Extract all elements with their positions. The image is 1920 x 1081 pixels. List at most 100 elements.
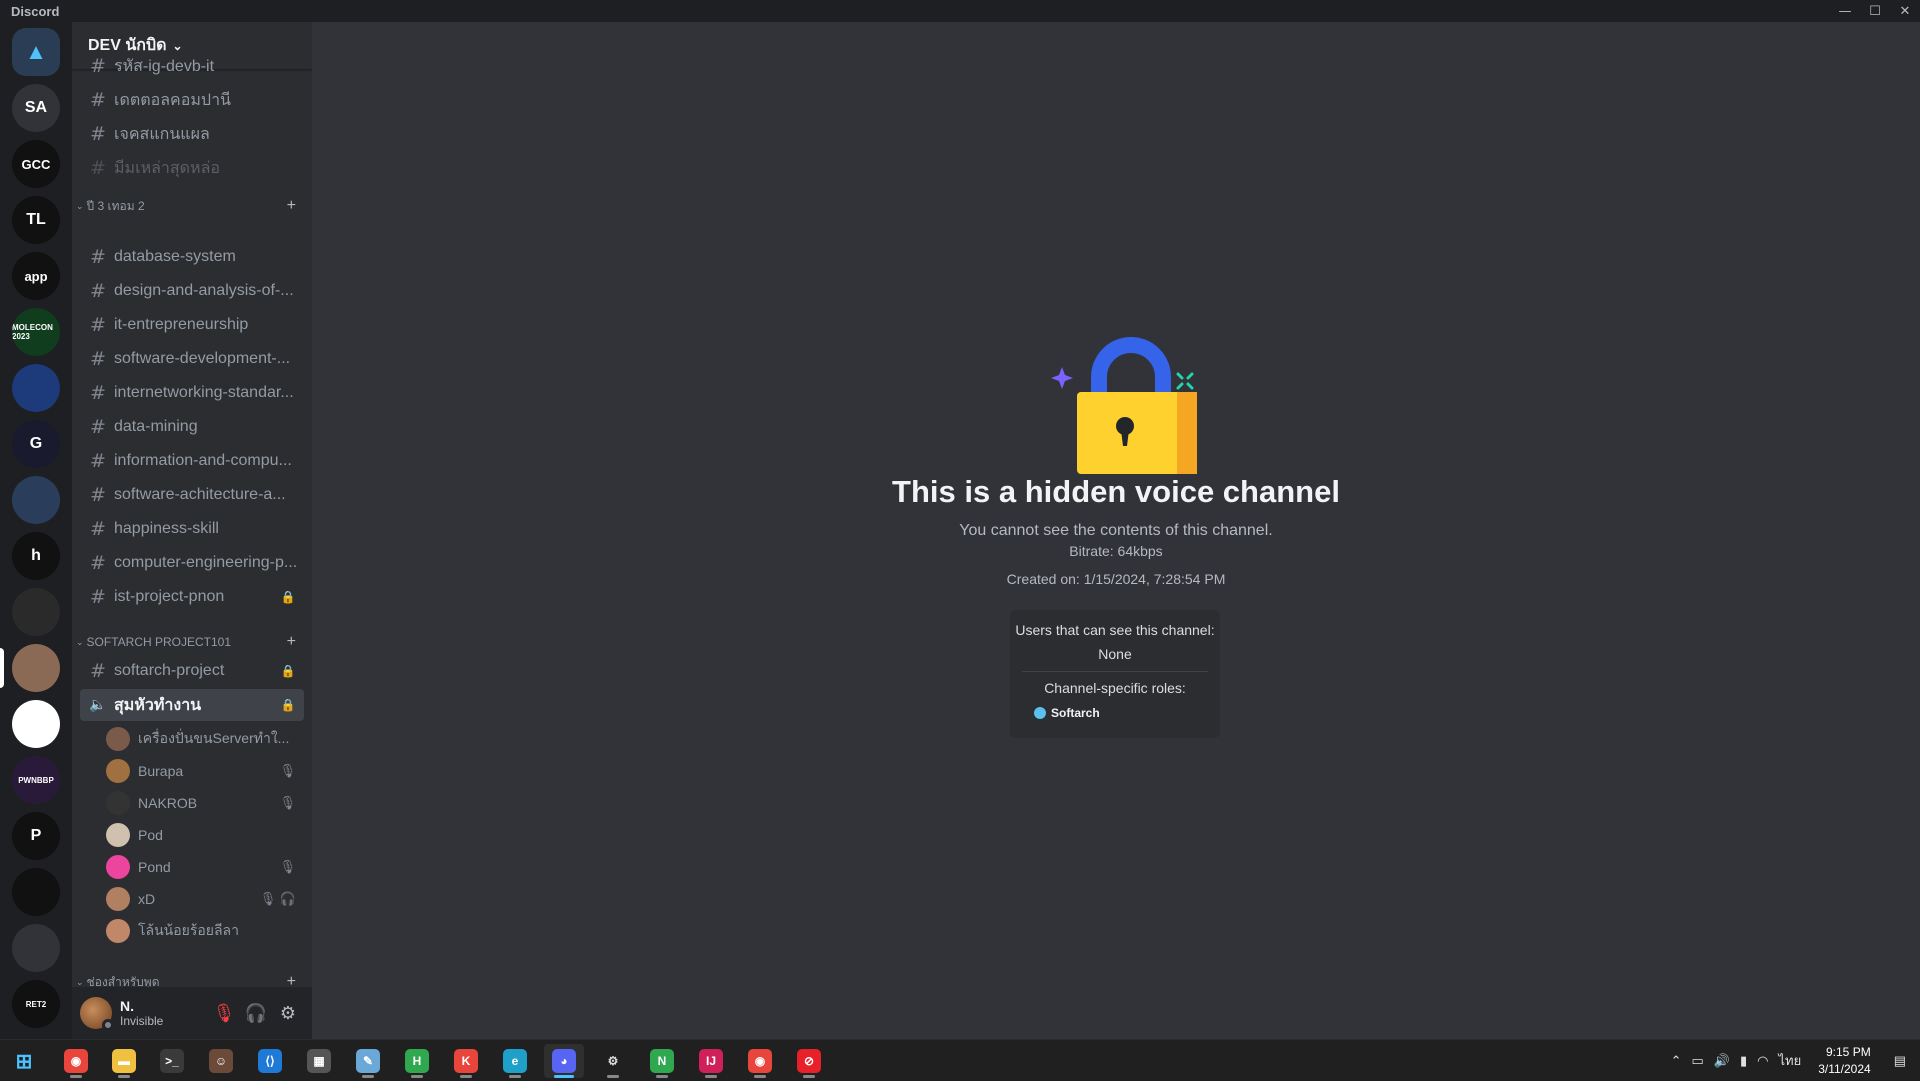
discord[interactable]: ◕	[544, 1044, 584, 1078]
hash-icon: #	[90, 552, 106, 574]
red-app-icon: ⊘	[797, 1049, 821, 1073]
voice-user[interactable]: เครื่องปั่นขนServerทำใ...	[106, 725, 304, 753]
server-app[interactable]: app	[12, 252, 60, 300]
channel-item[interactable]: # database-system	[80, 241, 304, 273]
server-penguin[interactable]	[12, 868, 60, 916]
wifi-icon[interactable]: ◠	[1757, 1053, 1768, 1069]
language-indicator[interactable]: ไทย	[1778, 1050, 1801, 1071]
channel-item[interactable]: # เจคสแกนแผล	[80, 118, 304, 150]
server-thailand[interactable]	[12, 700, 60, 748]
channel-name: software-development-...	[114, 350, 291, 367]
avatar	[106, 727, 130, 751]
channel-item[interactable]: # มีมเหล่าสุดหล่อ	[80, 152, 304, 184]
server-label: h	[31, 547, 41, 564]
add-channel-icon[interactable]: +	[287, 197, 296, 215]
clock[interactable]: 9:15 PM 3/11/2024	[1818, 1044, 1871, 1078]
server-pwnbbp[interactable]: PWNBBP	[12, 756, 60, 804]
voice-user[interactable]: NAKROB 🎙	[106, 789, 304, 817]
server-gcc[interactable]: GCC	[12, 140, 60, 188]
chrome-2[interactable]: H	[397, 1044, 437, 1078]
channel-name: computer-engineering-p...	[114, 554, 298, 571]
server-h[interactable]: h	[12, 532, 60, 580]
battery-icon[interactable]: ▮	[1740, 1053, 1747, 1069]
server-sa[interactable]: SA	[12, 84, 60, 132]
mic-muted-icon[interactable]: 🎙	[208, 997, 240, 1029]
channel-item[interactable]: # happiness-skill	[80, 513, 304, 545]
category-year3-term2[interactable]: ⌄ ปี 3 เทอม 2 +	[72, 197, 312, 215]
photo-app[interactable]: ☺	[201, 1044, 241, 1078]
start-button-icon: ⊞	[15, 1050, 33, 1073]
jetbrains[interactable]: IJ	[691, 1044, 731, 1078]
server-x[interactable]	[12, 924, 60, 972]
start-button[interactable]: ⊞	[4, 1044, 44, 1078]
user-avatar[interactable]	[80, 997, 114, 1031]
server-label: P	[30, 827, 42, 844]
vscode[interactable]: ⟨⟩	[250, 1044, 290, 1078]
channel-permissions-box: Users that can see this channel: None Ch…	[1010, 610, 1220, 738]
ssh-client-icon: ▦	[307, 1049, 331, 1073]
channel-item[interactable]: # data-mining	[80, 411, 304, 443]
notification-icon[interactable]: ▤	[1894, 1053, 1906, 1069]
notes-app[interactable]: ✎	[348, 1044, 388, 1078]
voice-user[interactable]: โล้นน้อยร้อยลีลา	[106, 917, 304, 945]
category-voice[interactable]: ⌄ ช่องสำหรับพูด +	[72, 973, 312, 987]
channel-item[interactable]: # internetworking-standar...	[80, 377, 304, 409]
channel-item[interactable]: # เดตตอลคอมปานี	[80, 84, 304, 116]
channel-item[interactable]: # software-development-...	[80, 343, 304, 375]
server-blue-g[interactable]: G	[12, 420, 60, 468]
server-tl[interactable]: TL	[12, 196, 60, 244]
add-channel-icon[interactable]: +	[287, 973, 296, 987]
window-titlebar: Discord — ☐ ✕	[0, 0, 1920, 22]
volume-icon[interactable]: 🔊	[1714, 1053, 1730, 1069]
voice-user-name: เครื่องปั่นขนServerทำใ...	[138, 730, 290, 746]
category-softarch[interactable]: ⌄ SOFTARCH PROJECT101 +	[72, 633, 312, 651]
user-info[interactable]: N. Invisible	[120, 998, 208, 1028]
discord-home[interactable]: ▲	[12, 28, 60, 76]
server-mountain[interactable]	[12, 476, 60, 524]
settings-icon: ⚙	[607, 1054, 619, 1068]
voice-user[interactable]: Pod	[106, 821, 304, 849]
photo-app-icon: ☺	[209, 1049, 233, 1073]
server-shield[interactable]	[12, 364, 60, 412]
channel-item[interactable]: # information-and-compu...	[80, 445, 304, 477]
headphones-icon[interactable]: 🎧	[240, 997, 272, 1029]
maximize-button[interactable]: ☐	[1860, 0, 1890, 22]
channel-created-date: Created on: 1/15/2024, 7:28:54 PM	[1006, 571, 1226, 587]
channel-item[interactable]: # it-entrepreneurship	[80, 309, 304, 341]
gear-icon[interactable]: ⚙	[272, 997, 304, 1029]
channel-item[interactable]: # computer-engineering-p...	[80, 547, 304, 579]
voice-user-name: Burapa	[138, 763, 184, 779]
channel-name: happiness-skill	[114, 520, 219, 537]
edge[interactable]: e	[495, 1044, 535, 1078]
minimize-button[interactable]: —	[1830, 0, 1860, 22]
server-molecon[interactable]: MOLECON 2023	[12, 308, 60, 356]
role-tag[interactable]: Softarch	[1034, 706, 1100, 720]
settings[interactable]: ⚙	[593, 1044, 633, 1078]
monitor-icon[interactable]: ▭	[1691, 1053, 1703, 1069]
chrome-5[interactable]: ◉	[740, 1044, 780, 1078]
channel-item[interactable]: # design-and-analysis-of-...	[80, 275, 304, 307]
voice-user[interactable]: Pond 🎙	[106, 853, 304, 881]
chrome-3[interactable]: K	[446, 1044, 486, 1078]
close-button[interactable]: ✕	[1890, 0, 1920, 22]
server-gear[interactable]	[12, 588, 60, 636]
voice-channel-active[interactable]: 🔈 สุมหัวทำงาน 🔒	[80, 689, 304, 721]
chrome-1[interactable]: ◉	[56, 1044, 96, 1078]
red-app[interactable]: ⊘	[789, 1044, 829, 1078]
voice-user[interactable]: Burapa 🎙	[106, 757, 304, 785]
file-explorer[interactable]: ▬	[104, 1044, 144, 1078]
server-p[interactable]: P	[12, 812, 60, 860]
terminal[interactable]: >_	[152, 1044, 192, 1078]
channel-softarch-project[interactable]: # softarch-project 🔒	[80, 655, 304, 687]
server-ret2[interactable]: RET2	[12, 980, 60, 1028]
hash-icon: #	[90, 348, 106, 370]
chrome-4[interactable]: N	[642, 1044, 682, 1078]
add-channel-icon[interactable]: +	[287, 633, 296, 651]
channel-item[interactable]: # ist-project-pnon 🔒	[80, 581, 304, 613]
ssh-client[interactable]: ▦	[299, 1044, 339, 1078]
chevron-up-icon[interactable]: ⌃	[1671, 1053, 1682, 1069]
channel-item[interactable]: # รหัส-ig-devb-it	[80, 50, 304, 82]
voice-user[interactable]: xD 🎙 🎧	[106, 885, 304, 913]
server-face[interactable]	[12, 644, 60, 692]
channel-item[interactable]: # software-achitecture-a...	[80, 479, 304, 511]
